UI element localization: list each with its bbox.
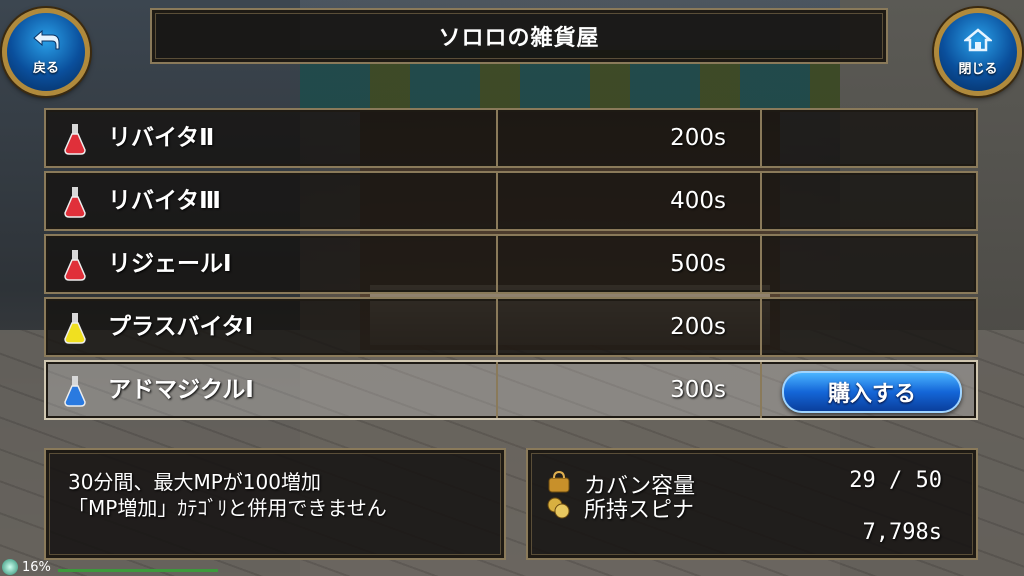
column-divider	[760, 362, 762, 418]
close-label: 閉じる	[958, 61, 998, 77]
back-label: 戻る	[32, 60, 59, 76]
item-price: 500s	[670, 251, 726, 277]
item-description-panel: 30分間、最大MPが100増加 「MP増加」ｶﾃｺﾞﾘと併用できません	[44, 448, 506, 560]
column-divider	[496, 299, 498, 355]
description-line: 「MP増加」ｶﾃｺﾞﾘと併用できません	[68, 496, 387, 520]
home-icon	[962, 27, 994, 56]
item-row[interactable]: リバイタⅢ 400s	[44, 171, 978, 231]
close-button[interactable]: 閉じる	[934, 8, 1022, 96]
buy-button[interactable]: 購入する	[782, 371, 962, 413]
item-price: 300s	[670, 377, 726, 403]
status-percent: 16%	[22, 559, 51, 575]
column-divider	[760, 236, 762, 292]
potion-icon	[62, 311, 88, 345]
column-divider	[760, 299, 762, 355]
item-list: リバイタⅡ 200s リバイタⅢ 400s リジェールⅠ 500s プラスバイタ…	[44, 108, 978, 423]
item-name: リバイタⅢ	[108, 188, 221, 214]
back-button[interactable]: 戻る	[2, 8, 90, 96]
item-name: アドマジクルⅠ	[108, 377, 254, 403]
item-name: リバイタⅡ	[108, 125, 215, 151]
item-row[interactable]: プラスバイタⅠ 200s	[44, 297, 978, 357]
potion-icon	[62, 374, 88, 408]
spina-value: 7,798s	[862, 520, 942, 545]
item-price: 200s	[670, 125, 726, 151]
status-bar	[58, 569, 218, 572]
potion-icon	[62, 248, 88, 282]
item-row[interactable]: リジェールⅠ 500s	[44, 234, 978, 294]
item-price: 400s	[670, 188, 726, 214]
shop-title-bar: ソロロの雑貨屋	[150, 8, 888, 64]
shop-title: ソロロの雑貨屋	[438, 26, 600, 51]
item-name: リジェールⅠ	[108, 251, 232, 277]
column-divider	[760, 110, 762, 166]
description-line: 30分間、最大MPが100増加	[68, 470, 321, 494]
column-divider	[496, 236, 498, 292]
coin-icon	[546, 496, 572, 520]
potion-icon	[62, 185, 88, 219]
spina-label: 所持スピナ	[584, 498, 695, 523]
column-divider	[496, 110, 498, 166]
column-divider	[496, 173, 498, 229]
column-divider	[496, 362, 498, 418]
column-divider	[760, 173, 762, 229]
player-status: 16%	[2, 558, 51, 576]
bag-icon	[546, 470, 572, 494]
item-row[interactable]: リバイタⅡ 200s	[44, 108, 978, 168]
back-arrow-icon	[32, 29, 60, 55]
inventory-stats-panel: カバン容量 29 / 50 所持スピナ 7,798s	[526, 448, 978, 560]
item-row-selected[interactable]: アドマジクルⅠ 300s 購入する	[44, 360, 978, 420]
item-price: 200s	[670, 314, 726, 340]
item-name: プラスバイタⅠ	[108, 314, 254, 340]
bag-capacity-value: 29 / 50	[849, 468, 942, 493]
status-orb-icon	[2, 559, 18, 575]
potion-icon	[62, 122, 88, 156]
